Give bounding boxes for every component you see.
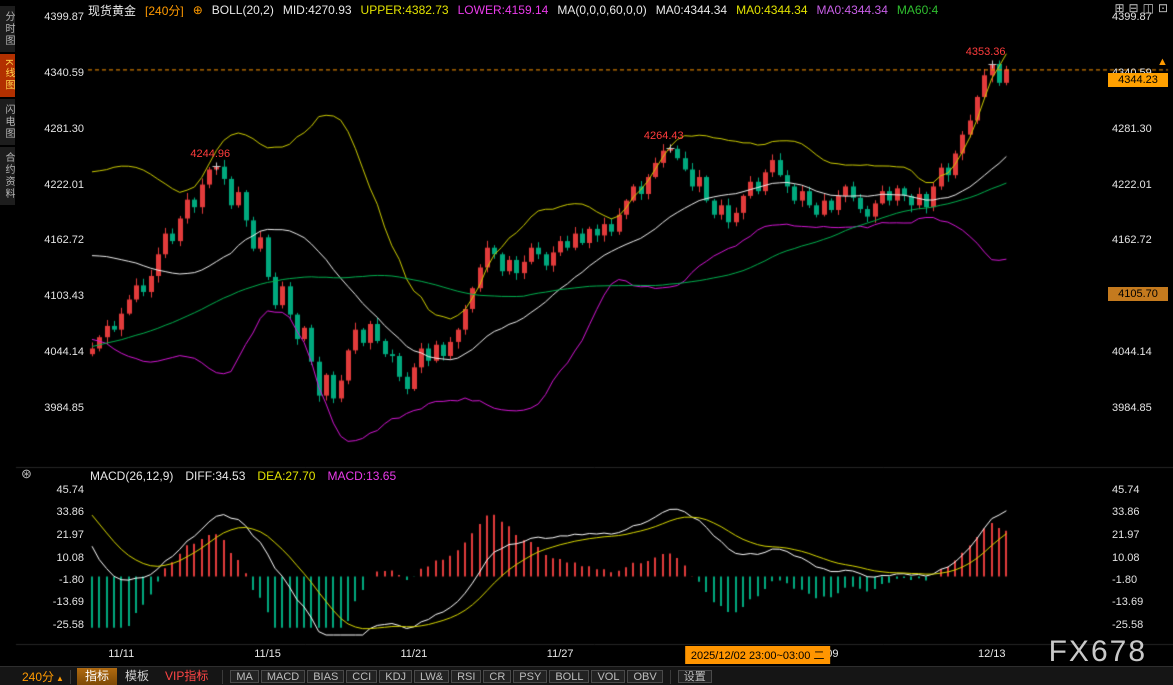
peak-price-annotation: 4264.43 — [644, 130, 684, 142]
indicator-button-boll[interactable]: BOLL — [549, 670, 589, 683]
indicator-button-rsi[interactable]: RSI — [451, 670, 481, 683]
macd-axis-label-right: -13.69 — [1112, 596, 1170, 608]
macd-axis-label-right: -1.80 — [1112, 574, 1170, 586]
horizontal-split-icon[interactable]: ⊟ — [1129, 2, 1139, 15]
indicator-button-vol[interactable]: VOL — [591, 670, 625, 683]
boll-upper-value: UPPER:4382.73 — [361, 3, 449, 17]
macd-axis-label-left: 21.97 — [30, 529, 84, 541]
toolbar-tab-1[interactable]: 指标 — [77, 668, 117, 685]
scroll-to-latest-icon[interactable]: ▲ — [1157, 56, 1168, 68]
price-axis-label-right: 3984.85 — [1112, 402, 1170, 414]
price-axis-label-left: 4281.30 — [30, 123, 84, 135]
boll-params-label: BOLL(20,2) — [212, 3, 274, 17]
indicator-header: 现货黄金 [240分] ⊕ BOLL(20,2) MID:4270.93 UPP… — [88, 3, 938, 17]
chevron-up-icon: ▲ — [56, 674, 64, 683]
refresh-icon[interactable]: ⊕ — [193, 3, 203, 17]
x-axis-date-label: 11/11 — [108, 648, 134, 660]
last-price-badge: 4344.23 — [1108, 73, 1168, 87]
ma60-value: MA60:4 — [897, 3, 938, 17]
x-axis-date-label: 12/13 — [978, 648, 1006, 660]
x-axis-date-label: 11/21 — [401, 648, 428, 660]
indicator-button-ma[interactable]: MA — [230, 670, 259, 683]
period-dropdown[interactable]: 240分▲ — [22, 668, 64, 685]
macd-axis-label-right: 10.08 — [1112, 552, 1170, 564]
x-axis-date-label: 11/27 — [547, 648, 574, 660]
indicator-button-cci[interactable]: CCI — [346, 670, 377, 683]
toolbar-tab-3[interactable]: VIP指标 — [157, 668, 216, 685]
price-axis-label-left: 4162.72 — [30, 234, 84, 246]
period-dropdown-label: 240分 — [22, 670, 54, 684]
toolbar-divider — [670, 670, 671, 684]
trading-app-window: 现货黄金 [240分] ⊕ BOLL(20,2) MID:4270.93 UPP… — [0, 0, 1173, 685]
macd-params-label: MACD(26,12,9) — [90, 469, 173, 483]
price-axis-label-left: 4044.14 — [30, 346, 84, 358]
macd-axis-label-right: 33.86 — [1112, 506, 1170, 518]
ma0-value-3: MA0:4344.34 — [817, 3, 888, 17]
indicator-button-psy[interactable]: PSY — [513, 670, 547, 683]
macd-axis-label-right: 45.74 — [1112, 484, 1170, 496]
price-axis-label-left: 4222.01 — [30, 179, 84, 191]
macd-hist-value: MACD:13.65 — [327, 469, 396, 483]
indicator-settings-icon[interactable]: ⊛ — [21, 466, 32, 482]
watermark: FX678 — [1049, 635, 1147, 669]
macd-dea-value: DEA:27.70 — [257, 469, 315, 483]
price-axis-label-right: 4162.72 — [1112, 234, 1170, 246]
macd-axis-label-left: -13.69 — [30, 596, 84, 608]
macd-axis-label-right: 21.97 — [1112, 529, 1170, 541]
bottom-toolbar: 240分▲ 指标模板VIP指标 MAMACDBIASCCIKDJLW&RSICR… — [0, 666, 1173, 685]
ma0-value-2: MA0:4344.34 — [736, 3, 807, 17]
indicator-button-kdj[interactable]: KDJ — [379, 670, 412, 683]
macd-header: MACD(26,12,9) DIFF:34.53 DEA:27.70 MACD:… — [90, 469, 396, 483]
period-label[interactable]: [240分] — [145, 3, 184, 17]
symbol-name: 现货黄金 — [88, 3, 136, 17]
x-axis-date-label: 11/15 — [254, 648, 281, 660]
price-axis-label-right: 4222.01 — [1112, 179, 1170, 191]
window-layout-icons: ⊞ ⊟ ◫ ⊡ — [1114, 2, 1168, 15]
peak-price-annotation: 4244.96 — [190, 148, 230, 160]
indicator-buttons: MAMACDBIASCCIKDJLW&RSICRPSYBOLLVOLOBV — [229, 670, 663, 683]
settings-button[interactable]: 设置 — [678, 670, 712, 683]
ma-params-label: MA(0,0,0,60,0,0) — [557, 3, 646, 17]
vertical-split-icon[interactable]: ◫ — [1143, 2, 1154, 15]
indicator-button-obv[interactable]: OBV — [627, 670, 662, 683]
macd-axis-label-left: 33.86 — [30, 506, 84, 518]
price-axis-label-left: 4399.87 — [30, 11, 84, 23]
toolbar-tabs: 指标模板VIP指标 — [77, 668, 216, 685]
sidebar-tab-1[interactable]: 分时图 — [0, 6, 15, 52]
sidebar-tab-2[interactable]: K线图 — [0, 54, 15, 97]
ma0-value-1: MA0:4344.34 — [656, 3, 727, 17]
toolbar-divider — [222, 670, 223, 684]
indicator-button-cr[interactable]: CR — [483, 670, 511, 683]
price-chart-canvas[interactable] — [0, 0, 1173, 685]
quad-layout-icon[interactable]: ⊞ — [1114, 2, 1124, 15]
boll-mid-value: MID:4270.93 — [283, 3, 352, 17]
price-axis-label-right: 4281.30 — [1112, 123, 1170, 135]
sidebar-tab-4[interactable]: 合约资料 — [0, 147, 15, 205]
sidebar-tab-3[interactable]: 闪电图 — [0, 99, 15, 145]
price-axis-label-left: 4103.43 — [30, 290, 84, 302]
toolbar-tab-2[interactable]: 模板 — [117, 668, 157, 685]
indicator-button-bias[interactable]: BIAS — [307, 670, 344, 683]
chart-type-sidebar: 分时图 K线图闪电图合约资料 — [0, 6, 15, 205]
indicator-button-macd[interactable]: MACD — [261, 670, 305, 683]
price-axis-label-left: 4340.59 — [30, 67, 84, 79]
single-pane-icon[interactable]: ⊡ — [1158, 2, 1168, 15]
cursor-price-badge: 4105.70 — [1108, 287, 1168, 301]
price-axis-label-right: 4044.14 — [1112, 346, 1170, 358]
peak-price-annotation: 4353.36 — [966, 46, 1006, 58]
macd-axis-label-left: -25.58 — [30, 619, 84, 631]
boll-lower-value: LOWER:4159.14 — [458, 3, 549, 17]
toolbar-divider — [70, 670, 71, 684]
macd-axis-label-right: -25.58 — [1112, 619, 1170, 631]
macd-axis-label-left: 45.74 — [30, 484, 84, 496]
macd-diff-value: DIFF:34.53 — [185, 469, 245, 483]
indicator-button-lw[interactable]: LW& — [414, 670, 449, 683]
macd-axis-label-left: 10.08 — [30, 552, 84, 564]
crosshair-date-tooltip: 2025/12/02 23:00~03:00 二 — [685, 646, 831, 664]
macd-axis-label-left: -1.80 — [30, 574, 84, 586]
price-axis-label-left: 3984.85 — [30, 402, 84, 414]
